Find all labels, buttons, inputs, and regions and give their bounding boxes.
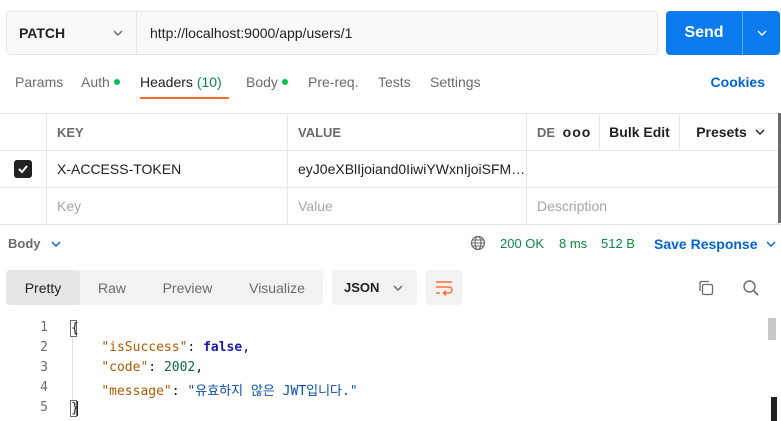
indicator-dot bbox=[113, 79, 120, 86]
response-code-editor[interactable]: 1 2 3 4 5 { "isSuccess": false, "code": … bbox=[0, 317, 781, 421]
tab-raw[interactable]: Raw bbox=[80, 270, 144, 305]
row-checkbox-cell bbox=[0, 151, 47, 187]
response-time[interactable]: 8 ms bbox=[559, 236, 587, 251]
send-button[interactable]: Send bbox=[666, 11, 742, 55]
header-key-cell[interactable]: X-ACCESS-TOKEN bbox=[47, 151, 288, 187]
checkbox-column-header bbox=[0, 114, 47, 150]
column-header-key: KEY bbox=[47, 114, 288, 150]
presets-dropdown[interactable]: Presets bbox=[679, 114, 781, 150]
header-value-cell[interactable]: eyJ0eXBlIjoiand0IiwiYWxnIjoiSFM… bbox=[288, 151, 527, 187]
chevron-down-icon bbox=[51, 241, 60, 247]
chevron-down-icon bbox=[757, 30, 766, 36]
wrap-lines-button[interactable] bbox=[426, 270, 462, 305]
request-tabs: Params Auth Headers (10) Body Pre-req. T… bbox=[0, 66, 781, 102]
tab-label: Pre-req. bbox=[308, 74, 359, 90]
tab-label: Params bbox=[15, 74, 64, 90]
response-header: Body 200 OK 8 ms 512 B Save Response bbox=[0, 230, 781, 258]
cookies-link[interactable]: Cookies bbox=[711, 74, 765, 90]
json-key: "message" bbox=[101, 384, 172, 399]
send-options-button[interactable] bbox=[742, 11, 780, 55]
tab-tests[interactable]: Tests bbox=[378, 74, 411, 90]
tab-label: Auth bbox=[81, 74, 110, 90]
tab-auth[interactable]: Auth bbox=[81, 74, 120, 90]
response-view-tabs: Pretty Raw Preview Visualize bbox=[6, 270, 323, 305]
key-input[interactable]: Key bbox=[47, 188, 288, 224]
json-value: "유효하지 않은 JWT입니다." bbox=[187, 384, 358, 399]
description-input[interactable]: Description bbox=[527, 188, 781, 224]
save-response-button[interactable]: Save Response bbox=[654, 236, 776, 252]
table-header-row: KEY VALUE DE ooo Bulk Edit Presets bbox=[0, 114, 781, 151]
line-number: 2 bbox=[40, 340, 48, 355]
globe-icon[interactable] bbox=[470, 235, 486, 251]
json-key: "isSuccess" bbox=[101, 340, 188, 355]
tab-pre-request[interactable]: Pre-req. bbox=[308, 74, 359, 90]
response-size[interactable]: 512 B bbox=[601, 236, 635, 251]
chevron-down-icon bbox=[766, 241, 775, 247]
tab-visualize[interactable]: Visualize bbox=[231, 270, 323, 305]
json-value: 2002 bbox=[163, 360, 196, 375]
chevron-down-icon bbox=[393, 285, 403, 291]
bulk-edit-button[interactable]: Bulk Edit bbox=[599, 114, 679, 150]
table-row-new: Key Value Description bbox=[0, 188, 781, 225]
response-body-dropdown[interactable]: Body bbox=[8, 236, 61, 251]
close-brace: } bbox=[70, 400, 79, 417]
search-icon[interactable] bbox=[742, 279, 760, 297]
tab-count: (10) bbox=[196, 74, 222, 90]
tab-preview[interactable]: Preview bbox=[144, 270, 231, 305]
code-line: } bbox=[70, 400, 79, 417]
json-value: false bbox=[203, 340, 243, 355]
more-options-button[interactable]: ooo bbox=[559, 114, 595, 150]
table-row: X-ACCESS-TOKEN eyJ0eXBlIjoiand0IiwiYWxnI… bbox=[0, 151, 781, 188]
tab-label: Body bbox=[246, 74, 278, 90]
save-response-label: Save Response bbox=[654, 236, 758, 252]
tab-settings[interactable]: Settings bbox=[430, 74, 481, 90]
tab-label: Tests bbox=[378, 74, 411, 90]
line-number: 1 bbox=[40, 320, 48, 335]
tab-pretty[interactable]: Pretty bbox=[6, 270, 80, 305]
line-number: 5 bbox=[40, 400, 48, 415]
tab-headers[interactable]: Headers (10) bbox=[140, 74, 222, 90]
request-bar: PATCH http://localhost:9000/app/users/1 bbox=[6, 11, 658, 55]
column-header-value: VALUE bbox=[288, 114, 527, 150]
tab-label: Settings bbox=[430, 74, 481, 90]
format-label: JSON bbox=[344, 280, 380, 295]
open-brace: { bbox=[70, 320, 79, 337]
headers-table: KEY VALUE DE ooo Bulk Edit Presets X-ACC… bbox=[0, 113, 781, 225]
wrap-lines-icon bbox=[436, 280, 453, 296]
status-code[interactable]: 200 OK bbox=[500, 236, 544, 251]
row-checkbox[interactable] bbox=[14, 160, 32, 178]
tab-params[interactable]: Params bbox=[15, 74, 63, 90]
code-line: { bbox=[70, 320, 79, 337]
editor-scrollbar-thumb[interactable] bbox=[771, 397, 777, 421]
presets-label: Presets bbox=[696, 124, 747, 140]
value-input[interactable]: Value bbox=[288, 188, 527, 224]
tab-body[interactable]: Body bbox=[246, 74, 288, 90]
line-number: 3 bbox=[40, 360, 48, 375]
header-description-cell[interactable] bbox=[527, 151, 781, 187]
check-icon bbox=[18, 165, 28, 174]
code-line: "isSuccess": false, bbox=[101, 340, 251, 355]
chevron-down-icon bbox=[755, 129, 765, 135]
text-cursor bbox=[77, 401, 78, 416]
active-tab-indicator bbox=[140, 97, 229, 99]
method-label: PATCH bbox=[19, 25, 66, 41]
indicator-dot bbox=[281, 79, 288, 86]
json-key: "code" bbox=[101, 360, 149, 375]
tab-label: Headers bbox=[140, 74, 193, 90]
body-label: Body bbox=[8, 236, 41, 251]
code-line: "code": 2002, bbox=[101, 360, 204, 375]
url-input[interactable]: http://localhost:9000/app/users/1 bbox=[137, 12, 657, 54]
row-checkbox-cell bbox=[0, 188, 47, 224]
code-line: "message": "유효하지 않은 JWT입니다." bbox=[101, 384, 358, 399]
method-select[interactable]: PATCH bbox=[7, 12, 137, 54]
editor-scrollbar[interactable] bbox=[768, 318, 776, 340]
copy-icon[interactable] bbox=[697, 279, 715, 297]
line-number: 4 bbox=[40, 380, 48, 395]
format-select[interactable]: JSON bbox=[332, 270, 417, 305]
send-button-group: Send bbox=[666, 11, 780, 55]
chevron-down-icon bbox=[113, 30, 123, 36]
